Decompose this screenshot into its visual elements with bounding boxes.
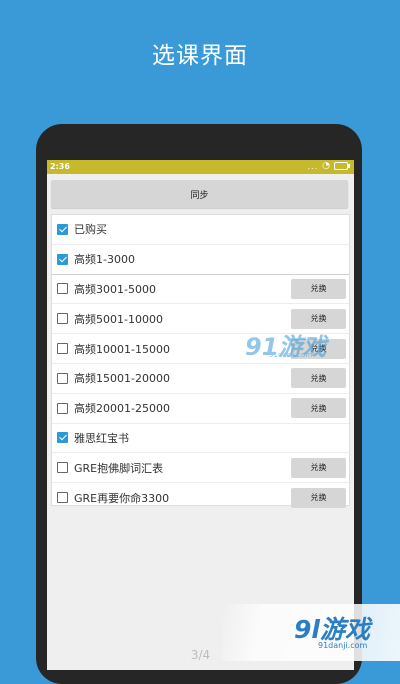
course-label: 高频10001-15000 [74, 342, 170, 356]
course-row[interactable]: 已购买 [52, 215, 349, 245]
status-icons: ... ◔ [307, 161, 350, 171]
redeem-button[interactable]: 兑换 [291, 398, 346, 419]
checkbox-icon[interactable] [57, 343, 68, 355]
course-row[interactable]: 雅思红宝书 [52, 424, 349, 454]
course-label: 高频3001-5000 [74, 282, 156, 296]
app-screen: 2:36 ... ◔ 同步 已购买 高频1-3000 高频3001-5000 兑换 高频… [47, 160, 354, 670]
course-row[interactable]: GRE抱佛脚词汇表 兑换 [52, 453, 349, 484]
status-bar: 2:36 ... ◔ [47, 160, 354, 174]
watermark-logo: 91游戏 91danji.com [245, 327, 326, 362]
checkbox-icon[interactable] [57, 253, 68, 265]
sync-button[interactable]: 同步 [51, 180, 348, 208]
redeem-button[interactable]: 兑换 [291, 368, 346, 389]
course-label: 高频20001-25000 [74, 402, 170, 416]
course-label: 高频1-3000 [74, 253, 135, 267]
signal-dots: ... [307, 161, 319, 171]
redeem-button[interactable]: 兑换 [291, 457, 346, 478]
checkbox-icon[interactable] [57, 223, 68, 235]
redeem-button[interactable]: 兑换 [291, 308, 346, 329]
checkbox-icon[interactable] [57, 432, 68, 444]
checkbox-icon[interactable] [57, 283, 68, 295]
course-label: GRE抱佛脚词汇表 [74, 461, 164, 475]
wifi-icon: ◔ [322, 161, 330, 171]
redeem-button[interactable]: 兑换 [291, 278, 346, 299]
page-title: 选课界面 [152, 43, 248, 69]
checkbox-icon[interactable] [57, 313, 68, 325]
redeem-button[interactable]: 兑换 [291, 487, 346, 508]
checkbox-icon[interactable] [57, 402, 68, 414]
course-row[interactable]: 高频3001-5000 兑换 [52, 275, 349, 305]
course-row[interactable]: GRE再要你命3300 兑换 [52, 483, 349, 512]
checkbox-icon[interactable] [57, 372, 68, 384]
course-row[interactable]: 高频20001-25000 兑换 [52, 394, 349, 424]
checkbox-icon[interactable] [57, 462, 68, 474]
course-label: 高频15001-20000 [74, 372, 170, 386]
course-label: GRE再要你命3300 [74, 491, 170, 505]
course-label: 雅思红宝书 [74, 431, 129, 445]
checkbox-icon[interactable] [57, 492, 68, 504]
battery-icon [334, 162, 350, 170]
course-row[interactable]: 高频1-3000 [52, 245, 349, 275]
corner-watermark-url: 91danji.com [318, 641, 368, 650]
course-label: 已购买 [74, 223, 107, 237]
course-row[interactable]: 高频15001-20000 兑换 [52, 364, 349, 394]
course-label: 高频5001-10000 [74, 312, 163, 326]
status-time: 2:36 [50, 162, 70, 171]
watermark-url: 91danji.com [269, 351, 313, 359]
